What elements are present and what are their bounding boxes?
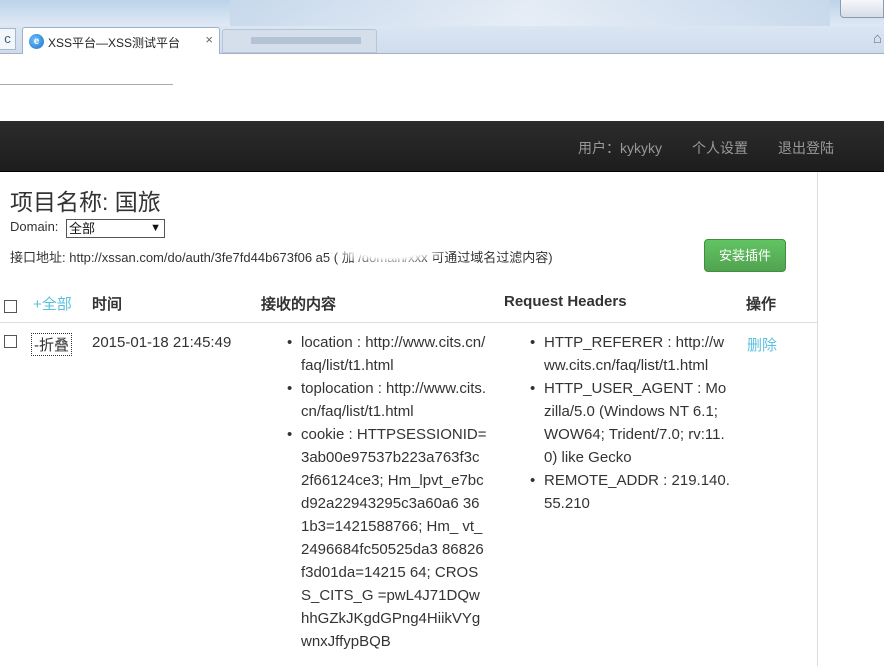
header-request-headers: Request Headers xyxy=(504,293,627,310)
home-icon[interactable]: ⌂ xyxy=(873,30,882,47)
select-all-link[interactable]: +全部 xyxy=(33,293,72,314)
header-time: 时间 xyxy=(92,296,123,313)
content-list: location : http://www.cits.cn/faq/list/t… xyxy=(287,331,487,653)
domain-label: Domain: xyxy=(10,219,59,234)
header-operation: 操作 xyxy=(746,296,777,313)
row-time: 2015-01-18 21:45:49 xyxy=(92,334,232,351)
header-content: 接收的内容 xyxy=(261,296,337,313)
chevron-down-icon: ▼ xyxy=(150,222,161,234)
site-navbar: 用户：kykyky 个人设置 退出登陆 xyxy=(0,121,884,172)
domain-select-value: 全部 xyxy=(69,221,96,236)
fold-link[interactable]: -折叠 xyxy=(31,333,72,356)
main-content: 项目名称: 国旅 Domain: 全部 ▼ 接口地址: http://xssan… xyxy=(0,172,818,666)
api-address: 接口地址: http://xssan.com/do/auth/3fe7fd44b… xyxy=(10,250,553,265)
headers-list: HTTP_REFERER : http://www.cits.cn/faq/li… xyxy=(530,331,730,515)
list-item: HTTP_REFERER : http://www.cits.cn/faq/li… xyxy=(530,331,730,377)
browser-tab-active[interactable]: e XSS平台—XSS测试平台 × xyxy=(22,27,220,54)
domain-select[interactable]: 全部 ▼ xyxy=(66,219,165,238)
address-bar-underline xyxy=(0,84,173,85)
list-item: toplocation : http://www.cits.cn/faq/lis… xyxy=(287,377,487,423)
table-row-divider xyxy=(0,322,818,323)
list-item: HTTP_USER_AGENT : Mozilla/5.0 (Windows N… xyxy=(530,377,730,469)
nav-user[interactable]: 用户：kykyky xyxy=(578,138,662,158)
ie-icon: e xyxy=(29,34,44,49)
tab-title: XSS平台—XSS测试平台 xyxy=(48,36,181,50)
browser-toolbar xyxy=(0,55,884,121)
install-plugin-button[interactable]: 安装插件 xyxy=(704,239,786,272)
list-item: cookie : HTTPSESSIONID=3ab00e97537b223a7… xyxy=(287,423,487,653)
list-item: REMOTE_ADDR : 219.140.55.210 xyxy=(530,469,730,515)
select-all-checkbox[interactable] xyxy=(4,300,17,313)
tab-blurred-title xyxy=(251,37,361,44)
window-close-button[interactable] xyxy=(840,0,884,18)
title-bar-blur xyxy=(230,0,830,26)
nav-logout[interactable]: 退出登陆 xyxy=(778,138,834,158)
browser-title-bar xyxy=(0,0,884,26)
delete-link[interactable]: 删除 xyxy=(747,334,777,355)
project-title: 项目名称: 国旅 xyxy=(10,189,161,215)
nav-settings[interactable]: 个人设置 xyxy=(692,138,748,158)
browser-tab-inactive[interactable] xyxy=(222,29,377,53)
refresh-icon[interactable]: c xyxy=(0,28,16,50)
row-checkbox[interactable] xyxy=(4,335,17,348)
tab-close-icon[interactable]: × xyxy=(205,32,213,47)
list-item: location : http://www.cits.cn/faq/list/t… xyxy=(287,331,487,377)
redaction-smudge xyxy=(330,234,450,264)
